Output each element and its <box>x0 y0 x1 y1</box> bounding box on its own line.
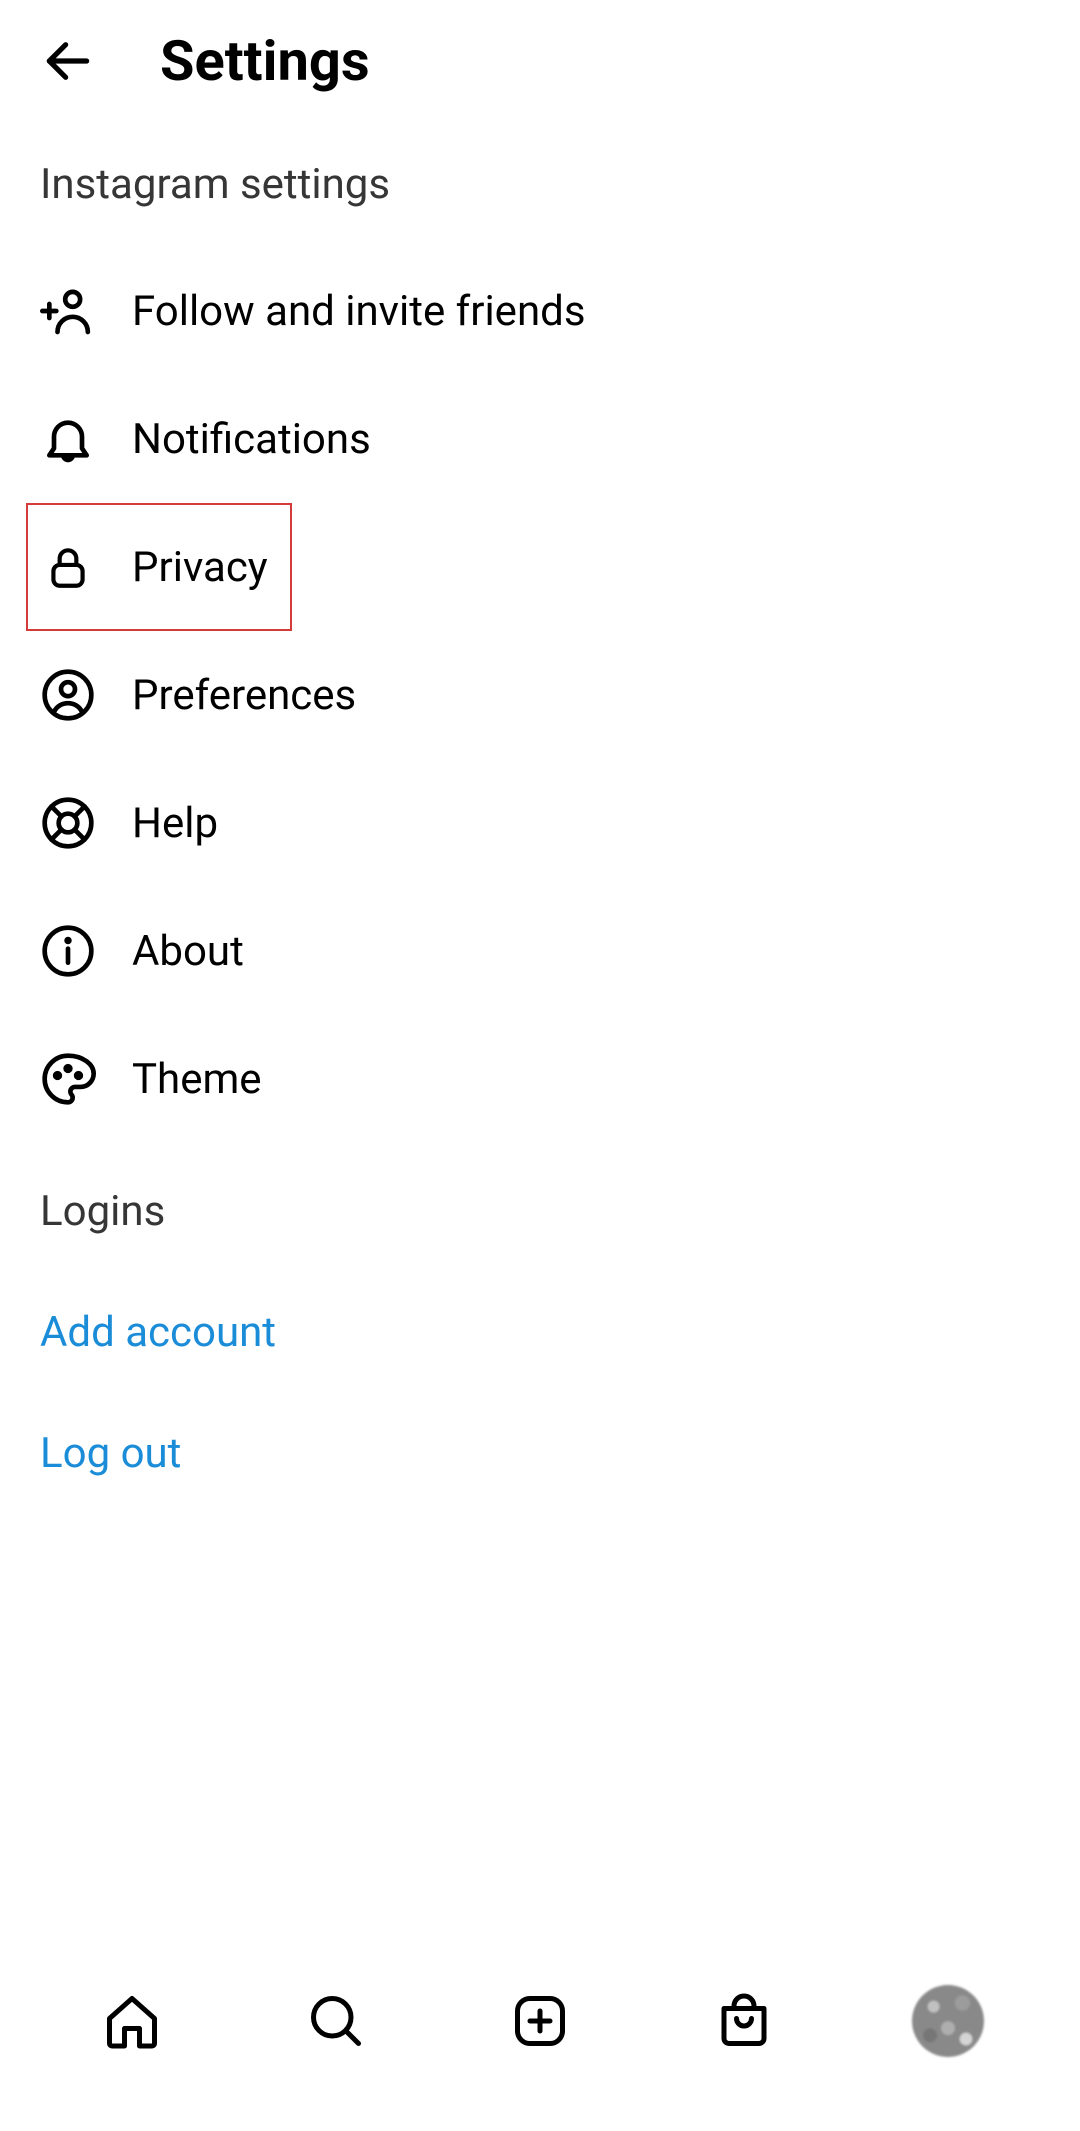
menu-label: Theme <box>132 1055 262 1104</box>
arrow-left-icon <box>40 33 96 89</box>
menu-label: Preferences <box>132 671 356 720</box>
menu-label: Notifications <box>132 415 371 464</box>
bell-icon <box>40 411 96 467</box>
nav-search[interactable] <box>300 1985 372 2057</box>
nav-profile[interactable] <box>912 1985 984 2057</box>
user-circle-icon <box>40 667 96 723</box>
section-logins: Logins <box>0 1143 1080 1272</box>
info-icon <box>40 923 96 979</box>
nav-create[interactable] <box>504 1985 576 2057</box>
palette-icon <box>40 1051 96 1107</box>
menu-label: Help <box>132 799 218 848</box>
nav-home[interactable] <box>96 1985 168 2057</box>
person-add-icon <box>40 283 96 339</box>
log-out-link[interactable]: Log out <box>0 1393 1080 1514</box>
menu-item-notifications[interactable]: Notifications <box>0 375 1080 503</box>
search-icon <box>306 1991 366 2051</box>
shopping-bag-icon <box>714 1991 774 2051</box>
back-button[interactable] <box>40 33 96 89</box>
bottom-navigation <box>0 1951 1080 2131</box>
section-instagram-settings: Instagram settings <box>0 122 1080 247</box>
menu-item-help[interactable]: Help <box>0 759 1080 887</box>
lock-icon <box>40 539 96 595</box>
menu-item-about[interactable]: About <box>0 887 1080 1015</box>
avatar <box>912 1985 984 2057</box>
menu-item-follow-invite[interactable]: Follow and invite friends <box>0 247 1080 375</box>
plus-square-icon <box>510 1991 570 2051</box>
menu-label: Follow and invite friends <box>132 287 586 336</box>
settings-menu: Follow and invite friends Notifications … <box>0 247 1080 1143</box>
lifebuoy-icon <box>40 795 96 851</box>
home-icon <box>102 1991 162 2051</box>
menu-item-privacy[interactable]: Privacy <box>26 503 292 631</box>
menu-label: Privacy <box>132 543 268 592</box>
page-title: Settings <box>160 28 370 94</box>
menu-item-theme[interactable]: Theme <box>0 1015 1080 1143</box>
menu-label: About <box>132 927 244 976</box>
nav-shop[interactable] <box>708 1985 780 2057</box>
add-account-link[interactable]: Add account <box>0 1272 1080 1393</box>
menu-item-preferences[interactable]: Preferences <box>0 631 1080 759</box>
